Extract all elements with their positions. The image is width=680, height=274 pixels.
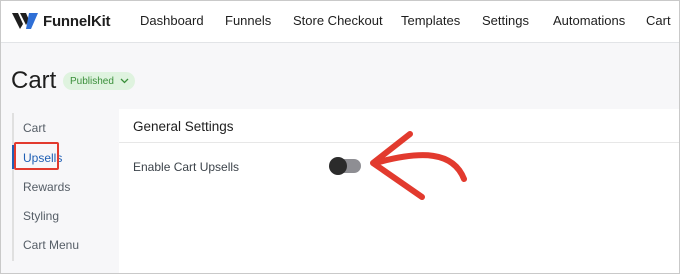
- top-navigation: FunnelKit Dashboard Funnels Store Checko…: [1, 1, 679, 43]
- app-frame: FunnelKit Dashboard Funnels Store Checko…: [0, 0, 680, 274]
- funnelkit-logo-icon: [12, 13, 38, 29]
- enable-cart-upsells-toggle[interactable]: [329, 157, 361, 175]
- nav-item-dashboard[interactable]: Dashboard: [140, 13, 204, 28]
- chevron-down-icon: [120, 78, 129, 84]
- divider: [119, 142, 679, 143]
- side-item-rewards[interactable]: Rewards: [23, 180, 70, 194]
- nav-item-store-checkout[interactable]: Store Checkout: [293, 13, 383, 28]
- brand-name: FunnelKit: [43, 12, 111, 30]
- side-item-styling[interactable]: Styling: [23, 209, 59, 223]
- enable-cart-upsells-label: Enable Cart Upsells: [133, 160, 240, 174]
- status-badge[interactable]: Published: [63, 72, 135, 90]
- nav-item-cart[interactable]: Cart: [646, 13, 671, 28]
- active-indicator: [12, 145, 14, 169]
- page-title: Cart: [11, 67, 57, 94]
- nav-item-automations[interactable]: Automations: [553, 13, 625, 28]
- side-menu-track: [12, 113, 14, 261]
- nav-item-funnels[interactable]: Funnels: [225, 13, 271, 28]
- status-label: Published: [70, 75, 114, 87]
- side-menu: Cart Upsells Rewards Styling Cart Menu: [11, 113, 111, 261]
- toggle-knob: [329, 157, 347, 175]
- settings-panel: General Settings Enable Cart Upsells: [119, 109, 679, 273]
- panel-title: General Settings: [133, 119, 234, 134]
- side-item-cart-menu[interactable]: Cart Menu: [23, 238, 79, 252]
- funnelkit-logo[interactable]: FunnelKit: [11, 10, 111, 32]
- side-item-upsells[interactable]: Upsells: [23, 151, 62, 165]
- side-item-cart[interactable]: Cart: [23, 121, 46, 135]
- nav-item-settings[interactable]: Settings: [482, 13, 529, 28]
- nav-item-templates[interactable]: Templates: [401, 13, 460, 28]
